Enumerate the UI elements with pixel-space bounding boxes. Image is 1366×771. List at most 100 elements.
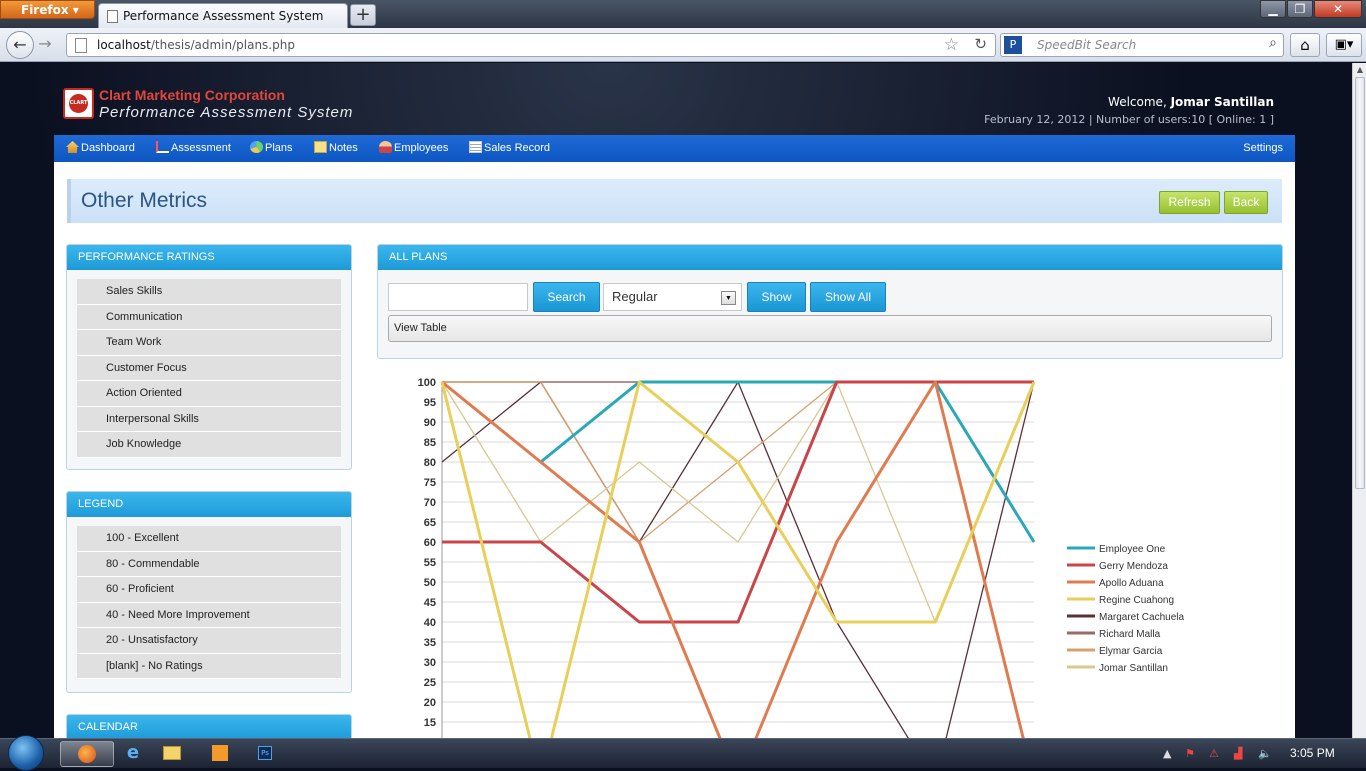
page-scrollbar[interactable]: ▲ (1352, 63, 1366, 738)
bookmark-star-icon[interactable]: ☆ (944, 35, 959, 55)
series-line-apollo-aduana (441, 380, 1025, 738)
y-tick-label: 55 (424, 557, 436, 569)
plan-search-input[interactable] (388, 283, 528, 311)
legend-label: Apollo Aduana (1099, 578, 1164, 589)
rating-item-customer-focus[interactable]: Customer Focus (77, 355, 341, 381)
refresh-button[interactable]: Refresh (1159, 191, 1220, 214)
menu-label-notes: Notes (329, 142, 358, 154)
firefox-menu-button[interactable]: Firefox ▾ (0, 0, 95, 19)
legend-panel: LEGEND 100 - Excellent 80 - Commendable … (66, 491, 352, 693)
view-table-button[interactable]: View Table (388, 315, 1272, 342)
legend-item: 100 - Excellent (77, 526, 341, 552)
rating-item-interpersonal-skills[interactable]: Interpersonal Skills (77, 406, 341, 432)
taskbar-firefox[interactable] (60, 741, 114, 767)
menu-item-notes[interactable]: Notes (314, 135, 358, 162)
system-name: Performance Assessment System (99, 104, 354, 121)
y-tick-label: 45 (424, 597, 436, 609)
new-tab-button[interactable]: + (350, 4, 376, 26)
performance-ratings-list: Sales Skills Communication Team Work Cus… (77, 279, 341, 458)
reload-icon[interactable]: ↻ (974, 35, 987, 53)
close-window-button[interactable]: ✕ (1314, 0, 1362, 18)
minimize-button[interactable]: ▁ (1260, 0, 1286, 18)
page-title-bar: Other Metrics Refresh Back (67, 179, 1282, 223)
forward-button[interactable]: → (34, 31, 56, 59)
y-tick-label: 60 (424, 537, 436, 549)
y-tick-label: 85 (424, 437, 436, 449)
performance-ratings-header: PERFORMANCE RATINGS (67, 245, 351, 270)
web-page: CLART Clart Marketing Corporation Perfor… (0, 63, 1352, 738)
legend-item: 60 - Proficient (77, 577, 341, 603)
back-page-button[interactable]: Back (1224, 191, 1268, 214)
y-tick-label: 15 (424, 717, 436, 729)
taskbar-media-player[interactable] (202, 741, 238, 767)
rating-item-sales-skills[interactable]: Sales Skills (77, 279, 341, 305)
legend-label: Employee One (1099, 544, 1166, 555)
plan-type-selected: Regular (612, 289, 658, 304)
legend-item: [blank] - No Ratings (77, 653, 341, 679)
legend-item: 80 - Commendable (77, 551, 341, 577)
menu-item-employees[interactable]: Employees (379, 135, 448, 162)
menu-item-sales-record[interactable]: Sales Record (469, 135, 550, 162)
pie-chart-icon (250, 141, 263, 153)
legend-label: Regine Cuahong (1099, 595, 1174, 606)
main-menu: Dashboard Assessment Plans Notes Employe… (54, 135, 1295, 162)
taskbar-ie[interactable]: e (118, 741, 148, 767)
menu-item-plans[interactable]: Plans (250, 135, 293, 162)
volume-icon[interactable]: 🔈 (1258, 747, 1272, 760)
y-tick-label: 70 (424, 497, 436, 509)
show-hidden-icons[interactable]: ▲ (1163, 747, 1171, 760)
plus-icon: + (355, 4, 371, 25)
plan-type-select[interactable]: Regular ▼ (603, 283, 742, 311)
rating-item-action-oriented[interactable]: Action Oriented (77, 381, 341, 407)
status-line: February 12, 2012 | Number of users:10 [… (984, 113, 1274, 126)
chart-icon (156, 141, 169, 153)
action-center-icon[interactable]: ⚑ (1185, 747, 1195, 760)
start-button[interactable] (8, 735, 44, 771)
y-tick-label: 65 (424, 517, 436, 529)
addons-button[interactable]: ▣▾ (1326, 33, 1362, 57)
user-name: Jomar Santillan (1170, 95, 1274, 109)
network-alert-icon[interactable]: ⚠ (1209, 747, 1219, 760)
folder-icon (163, 746, 181, 760)
minimize-icon: ▁ (1268, 2, 1278, 16)
page-icon (75, 38, 87, 53)
welcome-prefix: Welcome, (1108, 95, 1167, 109)
logo-mark: CLART (69, 94, 88, 113)
address-bar[interactable]: localhost/thesis/admin/plans.php ☆ ↻ (66, 33, 996, 57)
y-tick-label: 100 (418, 377, 436, 389)
menu-item-dashboard[interactable]: Dashboard (66, 135, 135, 162)
menu-label-plans: Plans (265, 142, 293, 154)
puzzle-icon: ▣▾ (1334, 37, 1354, 52)
menu-item-assessment[interactable]: Assessment (156, 135, 231, 162)
performance-ratings-panel: PERFORMANCE RATINGS Sales Skills Communi… (66, 244, 352, 470)
maximize-button[interactable]: ❐ (1287, 0, 1313, 18)
search-engine-box[interactable]: P SpeedBit Search ⌕ (1000, 33, 1284, 57)
signal-icon[interactable]: ▟ (1234, 747, 1242, 760)
rating-item-communication[interactable]: Communication (77, 304, 341, 330)
calendar-panel: CALENDAR (66, 714, 352, 738)
show-button[interactable]: Show (747, 282, 806, 312)
show-all-button[interactable]: Show All (810, 282, 886, 312)
system-clock[interactable]: 3:05 PM (1290, 746, 1335, 760)
scroll-up-icon[interactable]: ▲ (1353, 65, 1366, 74)
home-button[interactable]: ⌂ (1290, 33, 1320, 57)
y-tick-label: 35 (424, 637, 436, 649)
company-logo: CLART (63, 88, 94, 119)
search-icon[interactable]: ⌕ (1269, 35, 1277, 51)
search-button[interactable]: Search (533, 282, 600, 312)
taskbar-photoshop[interactable]: Ps (250, 741, 280, 767)
taskbar-explorer[interactable] (154, 741, 190, 767)
series-line-margaret-cachuela (441, 381, 1035, 738)
scrollbar-thumb[interactable] (1355, 77, 1365, 489)
back-button[interactable]: ← (6, 31, 34, 59)
browser-tab[interactable]: Performance Assessment System (98, 3, 348, 28)
menu-label-employees: Employees (394, 142, 449, 154)
search-engine-icon[interactable]: P (1004, 36, 1022, 54)
rating-item-job-knowledge[interactable]: Job Knowledge (77, 432, 341, 458)
y-tick-label: 75 (424, 477, 436, 489)
url-host: localhost (97, 38, 151, 52)
photoshop-icon: Ps (258, 746, 272, 760)
home-icon: ⌂ (1300, 36, 1310, 54)
rating-item-team-work[interactable]: Team Work (77, 330, 341, 356)
menu-item-settings[interactable]: Settings (1243, 135, 1283, 162)
